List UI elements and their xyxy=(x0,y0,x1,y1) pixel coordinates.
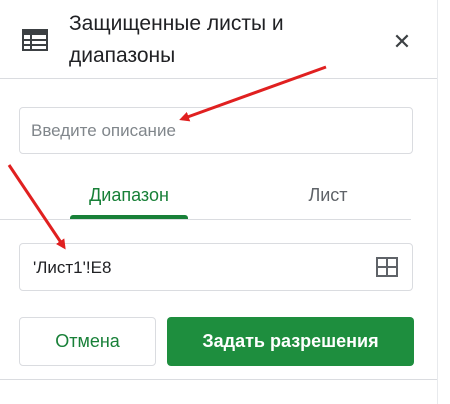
tab-range-label: Диапазон xyxy=(89,185,169,205)
cancel-button-label: Отмена xyxy=(55,331,120,351)
set-permissions-button[interactable]: Задать разрешения xyxy=(167,317,414,366)
header-divider xyxy=(0,78,437,79)
tabs-divider xyxy=(0,219,411,220)
select-range-icon[interactable] xyxy=(376,257,398,277)
description-input[interactable] xyxy=(19,107,413,154)
tab-sheet-label: Лист xyxy=(308,185,348,205)
range-field[interactable]: 'Лист1'!E8 xyxy=(19,243,413,291)
close-button[interactable]: ✕ xyxy=(390,29,414,54)
tab-sheet[interactable]: Лист xyxy=(268,185,388,219)
protected-ranges-panel: Защищенные листы и диапазоны ✕ Диапазон … xyxy=(0,0,438,404)
cancel-button[interactable]: Отмена xyxy=(19,317,156,366)
range-value: 'Лист1'!E8 xyxy=(33,258,112,277)
panel-title-line1: Защищенные листы и xyxy=(69,12,284,35)
tab-range[interactable]: Диапазон xyxy=(70,185,188,219)
sheet-grid-icon xyxy=(22,29,48,51)
set-permissions-button-label: Задать разрешения xyxy=(202,331,379,351)
close-icon: ✕ xyxy=(392,29,412,54)
panel-title-line2: диапазоны xyxy=(69,44,176,67)
bottom-divider xyxy=(0,379,437,380)
panel-title: Защищенные листы и диапазоны xyxy=(69,8,369,72)
